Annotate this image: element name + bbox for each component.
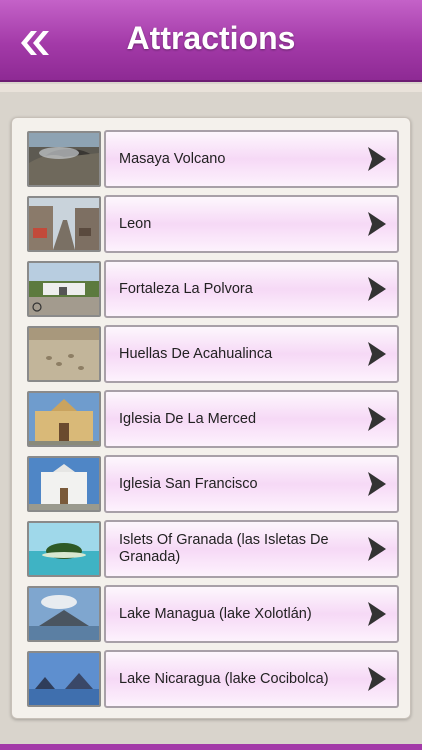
bottom-bar xyxy=(0,744,422,750)
attraction-button[interactable]: Lake Managua (lake Xolotlán) xyxy=(104,585,399,643)
chevron-right-icon xyxy=(368,407,386,431)
attraction-button[interactable]: Iglesia De La Merced xyxy=(104,390,399,448)
thumbnail-image xyxy=(27,521,101,577)
list-item[interactable]: Fortaleza La Polvora xyxy=(27,260,399,318)
chevron-right-icon xyxy=(368,667,386,691)
attraction-button[interactable]: Fortaleza La Polvora xyxy=(104,260,399,318)
chevron-right-icon xyxy=(368,277,386,301)
attraction-button[interactable]: Islets Of Granada (las Isletas De Granad… xyxy=(104,520,399,578)
list-item[interactable]: Leon xyxy=(27,195,399,253)
chevron-right-icon xyxy=(368,472,386,496)
attraction-button[interactable]: Leon xyxy=(104,195,399,253)
attraction-label: Iglesia De La Merced xyxy=(119,410,257,427)
attraction-label: Islets Of Granada (las Isletas De Granad… xyxy=(119,532,329,565)
chevron-right-icon xyxy=(368,147,386,171)
thumbnail-image xyxy=(27,456,101,512)
attraction-label: Masaya Volcano xyxy=(119,150,226,167)
attraction-button[interactable]: Iglesia San Francisco xyxy=(104,455,399,513)
list-item[interactable]: Lake Nicaragua (lake Cocibolca) xyxy=(27,650,399,708)
attraction-label: Lake Managua (lake Xolotlán) xyxy=(119,605,312,622)
attraction-button[interactable]: Lake Nicaragua (lake Cocibolca) xyxy=(104,650,399,708)
thumbnail-image xyxy=(27,261,101,317)
list-item[interactable]: Huellas De Acahualinca xyxy=(27,325,399,383)
chevron-right-icon xyxy=(368,342,386,366)
attraction-button[interactable]: Masaya Volcano xyxy=(104,130,399,188)
thumbnail-image xyxy=(27,651,101,707)
list-item[interactable]: Lake Managua (lake Xolotlán) xyxy=(27,585,399,643)
thumbnail-image xyxy=(27,326,101,382)
chevron-right-icon xyxy=(368,212,386,236)
attraction-label: Huellas De Acahualinca xyxy=(119,345,273,362)
thumbnail-image xyxy=(27,196,101,252)
attraction-label: Fortaleza La Polvora xyxy=(119,280,253,297)
attractions-list: Masaya Volcano Leon Fortaleza La Polvora… xyxy=(11,117,411,719)
list-item[interactable]: Iglesia De La Merced xyxy=(27,390,399,448)
attraction-label: Leon xyxy=(119,215,152,232)
attraction-label: Lake Nicaragua (lake Cocibolca) xyxy=(119,670,329,687)
header-divider xyxy=(0,84,422,92)
attraction-button[interactable]: Huellas De Acahualinca xyxy=(104,325,399,383)
list-item[interactable]: Islets Of Granada (las Isletas De Granad… xyxy=(27,520,399,578)
page-title: Attractions xyxy=(126,20,296,56)
thumbnail-image xyxy=(27,586,101,642)
list-item[interactable]: Iglesia San Francisco xyxy=(27,455,399,513)
app-header: Attractions xyxy=(0,0,422,82)
chevron-right-icon xyxy=(368,537,386,561)
thumbnail-image xyxy=(27,391,101,447)
list-item[interactable]: Masaya Volcano xyxy=(27,130,399,188)
thumbnail-image xyxy=(27,131,101,187)
attraction-label: Iglesia San Francisco xyxy=(119,475,258,492)
chevron-right-icon xyxy=(368,602,386,626)
